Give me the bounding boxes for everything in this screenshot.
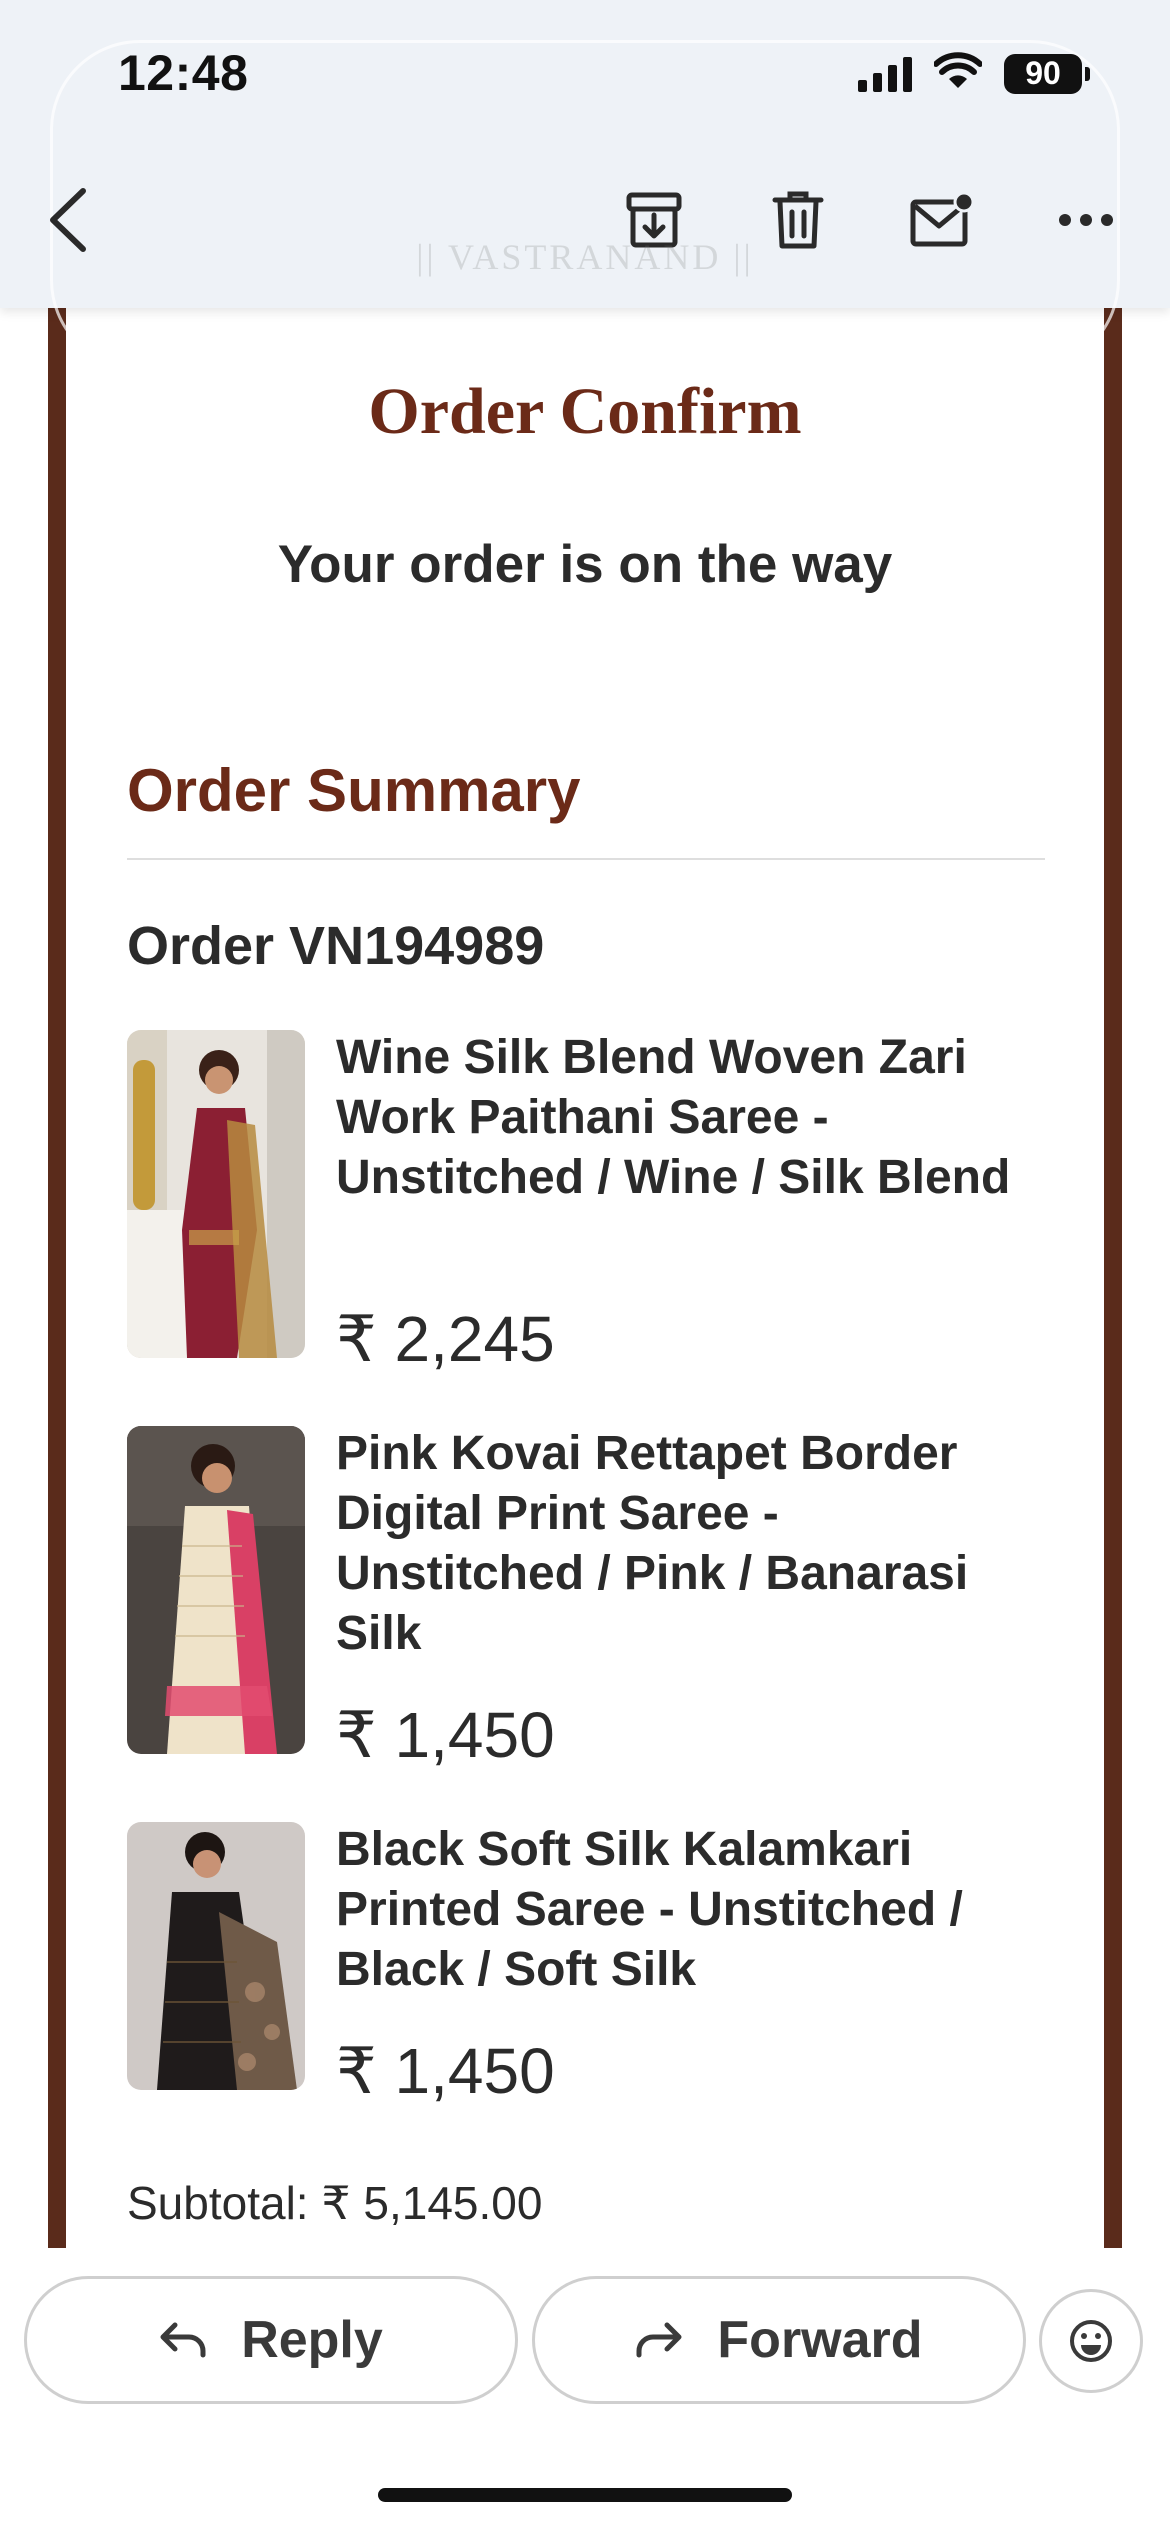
product-image-wine-saree[interactable]: [127, 1030, 305, 1358]
product-name[interactable]: Black Soft Silk Kalamkari Printed Saree …: [336, 1820, 1036, 2000]
battery-level: 90: [1004, 53, 1082, 94]
forward-arrow-icon: [636, 2322, 682, 2358]
home-indicator[interactable]: [378, 2488, 792, 2502]
forward-button[interactable]: Forward: [532, 2276, 1026, 2404]
product-price: ₹ 1,450: [336, 2035, 555, 2107]
reply-arrow-icon: [160, 2322, 206, 2358]
product-name[interactable]: Wine Silk Blend Woven Zari Work Paithani…: [336, 1028, 1036, 1208]
product-price: ₹ 1,450: [336, 1699, 555, 1771]
email-subtitle: Your order is on the way: [277, 535, 893, 594]
status-icons: 90: [858, 52, 1090, 95]
wifi-icon: [933, 52, 983, 95]
status-time: 12:48: [118, 45, 249, 101]
order-number: Order VN194989: [127, 916, 545, 976]
product-image-black-saree[interactable]: [127, 1822, 305, 2090]
divider: [127, 858, 1045, 860]
order-summary-heading: Order Summary: [127, 757, 581, 824]
smiley-icon: [1070, 2320, 1112, 2362]
reply-button[interactable]: Reply: [24, 2276, 518, 2404]
reply-label: Reply: [241, 2311, 383, 2369]
battery-icon: 90: [1004, 53, 1090, 94]
product-name[interactable]: Pink Kovai Rettapet Border Digital Print…: [336, 1424, 1036, 1664]
email-title: Order Confirm: [368, 375, 802, 448]
product-image-pink-saree[interactable]: [127, 1426, 305, 1754]
cellular-signal-icon: [858, 56, 912, 92]
subtotal: Subtotal: ₹ 5,145.00: [127, 2177, 543, 2229]
product-price: ₹ 2,245: [336, 1303, 555, 1375]
emoji-reaction-button[interactable]: [1039, 2289, 1143, 2393]
forward-label: Forward: [717, 2311, 923, 2369]
more-icon: [1059, 214, 1113, 226]
brand-watermark: || VASTRANAND ||: [416, 237, 754, 277]
